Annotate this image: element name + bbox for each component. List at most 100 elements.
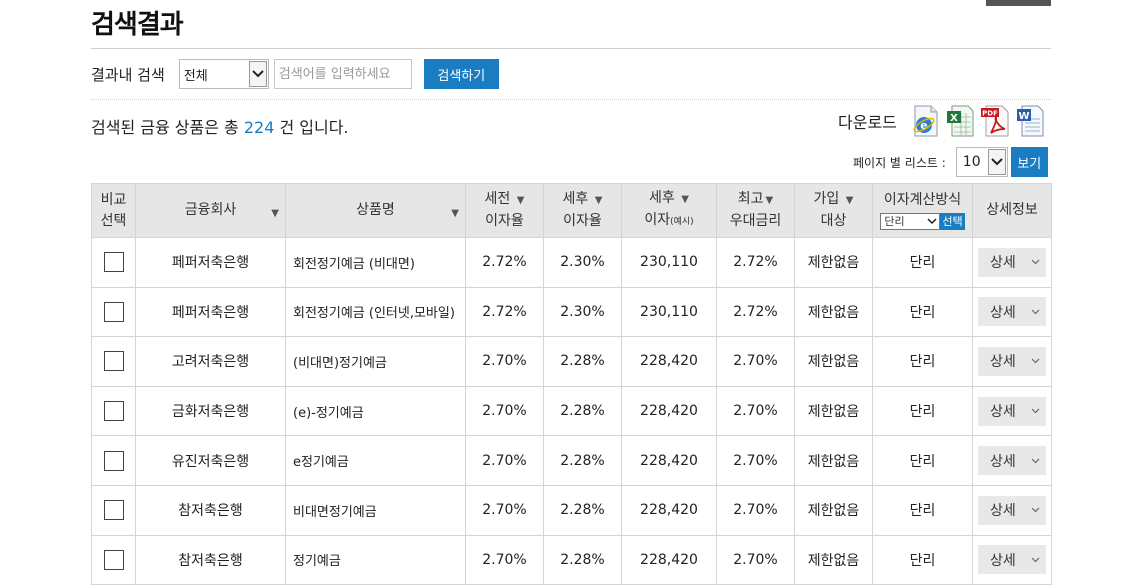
product-table: 비교 선택 금융회사 ▼ 상품명 ▼ 세전 ▼ 이자율 세후 ▼ 이자율 세후 …	[91, 183, 1052, 585]
cell-join-target: 제한없음	[794, 286, 873, 338]
per-page-select[interactable]: 10	[955, 147, 1008, 177]
download-area: 다운로드 e X PDF W	[838, 104, 1051, 138]
cell-max-rate: 2.70%	[716, 435, 795, 486]
search-scope-select[interactable]: 전체	[178, 59, 269, 89]
section-divider	[91, 99, 1051, 100]
cell-calc-method: 단리	[872, 435, 973, 486]
th-product[interactable]: 상품명 ▼	[285, 183, 466, 238]
th-interest-line2: 이자	[644, 212, 671, 228]
cell-max-rate: 2.70%	[716, 534, 795, 585]
chevron-down-icon	[1031, 259, 1040, 265]
table-row: 페퍼저축은행 회전정기예금 (인터넷,모바일) 2.72% 2.30% 230,110 2…	[91, 286, 1052, 338]
compare-checkbox[interactable]	[103, 401, 124, 422]
calc-method-value: 단리	[884, 214, 905, 228]
detail-button-label: 상세	[990, 404, 1016, 421]
search-input[interactable]	[273, 59, 412, 89]
compare-checkbox[interactable]	[103, 252, 124, 273]
cell-calc-method: 단리	[872, 286, 973, 338]
chevron-down-icon	[1031, 359, 1040, 364]
cell-join-target: 제한없음	[794, 534, 873, 585]
cell-product: 회전정기예금 (인터넷,모바일)	[285, 286, 466, 338]
cell-max-rate: 2.70%	[716, 484, 795, 536]
th-max-rate[interactable]: 최고 ▼ 우대금리	[716, 183, 795, 238]
detail-button[interactable]: 상세	[978, 297, 1046, 327]
detail-button[interactable]: 상세	[978, 247, 1046, 277]
pdf-icon[interactable]: PDF	[980, 105, 1009, 137]
cell-aftertax-rate: 2.28%	[543, 336, 622, 387]
cell-detail: 상세	[972, 534, 1052, 585]
th-aftertax-interest[interactable]: 세후 ▼ 이자(예시)	[621, 183, 717, 238]
calc-method-apply-button[interactable]: 선택	[940, 212, 965, 230]
cell-company: 페퍼저축은행	[135, 237, 286, 288]
cell-aftertax-interest: 228,420	[621, 484, 717, 536]
sort-down-icon[interactable]: ▼	[595, 195, 603, 206]
compare-checkbox[interactable]	[103, 351, 124, 372]
ie-icon[interactable]: e	[911, 105, 939, 137]
th-calc-method: 이자계산방식 단리 선택	[872, 183, 973, 238]
detail-button[interactable]: 상세	[978, 495, 1046, 525]
compare-checkbox[interactable]	[103, 301, 124, 322]
cell-company: 고려저축은행	[135, 336, 286, 387]
th-compare-line1: 비교	[100, 191, 127, 208]
excel-icon[interactable]: X	[946, 105, 974, 137]
calc-method-control: 단리 선택	[880, 212, 965, 230]
th-company[interactable]: 금융회사 ▼	[135, 183, 286, 238]
cell-pretax-rate: 2.70%	[465, 534, 544, 585]
in-result-search: 결과내 검색 전체 검색하기	[91, 59, 499, 89]
cell-join-target: 제한없음	[794, 336, 873, 387]
th-company-label: 금융회사	[184, 202, 237, 218]
table-header-row: 비교 선택 금융회사 ▼ 상품명 ▼ 세전 ▼ 이자율 세후 ▼ 이자율 세후 …	[91, 183, 1052, 238]
sort-down-icon[interactable]: ▼	[846, 195, 854, 206]
cell-detail: 상세	[972, 385, 1052, 437]
detail-button[interactable]: 상세	[978, 346, 1046, 376]
detail-button[interactable]: 상세	[978, 545, 1046, 575]
compare-checkbox[interactable]	[103, 500, 124, 521]
per-page-view-button[interactable]: 보기	[1010, 147, 1048, 177]
cell-join-target: 제한없음	[794, 237, 873, 288]
compare-checkbox[interactable]	[103, 450, 124, 471]
title-divider	[91, 48, 1051, 49]
detail-button-label: 상세	[990, 552, 1016, 569]
table-row: 참저축은행 비대면정기예금 2.70% 2.28% 228,420 2.70% 제한없음 단리…	[91, 484, 1052, 536]
search-button[interactable]: 검색하기	[423, 59, 499, 89]
th-max-line2: 우대금리	[729, 213, 782, 229]
cell-compare	[91, 237, 136, 288]
cell-product: (e)-정기예금	[285, 385, 466, 437]
svg-text:X: X	[950, 113, 958, 124]
cell-max-rate: 2.72%	[716, 237, 795, 288]
sort-down-icon[interactable]: ▼	[271, 203, 279, 224]
cell-detail: 상세	[972, 237, 1052, 288]
word-icon[interactable]: W	[1016, 105, 1044, 137]
cell-join-target: 제한없음	[794, 435, 873, 486]
detail-button[interactable]: 상세	[978, 446, 1046, 476]
detail-button[interactable]: 상세	[978, 396, 1046, 426]
top-utility-tab[interactable]	[986, 0, 1051, 6]
cell-aftertax-interest: 228,420	[621, 534, 717, 585]
sort-down-icon[interactable]: ▼	[681, 194, 689, 205]
table-row: 참저축은행 정기예금 2.70% 2.28% 228,420 2.70% 제한없음 단리 상세	[91, 534, 1052, 585]
th-aftertax-line2: 이자율	[563, 213, 602, 229]
th-aftertax-rate[interactable]: 세후 ▼ 이자율	[543, 183, 622, 238]
cell-pretax-rate: 2.70%	[465, 385, 544, 437]
cell-detail: 상세	[972, 435, 1052, 486]
th-pretax-line1: 세전	[484, 191, 511, 207]
sort-down-icon[interactable]: ▼	[766, 195, 774, 206]
compare-checkbox[interactable]	[103, 549, 124, 570]
calc-method-select[interactable]: 단리	[880, 212, 941, 230]
th-max-line1: 최고	[737, 191, 764, 207]
th-aftertax-line1: 세후	[562, 191, 589, 207]
cell-product: 비대면정기예금	[285, 484, 466, 536]
cell-pretax-rate: 2.70%	[465, 336, 544, 387]
detail-button-label: 상세	[990, 255, 1016, 272]
th-join-target[interactable]: 가입 ▼ 대상	[794, 183, 873, 238]
sort-down-icon[interactable]: ▼	[517, 195, 525, 206]
cell-aftertax-rate: 2.28%	[543, 435, 622, 486]
cell-aftertax-interest: 228,420	[621, 435, 717, 486]
search-label: 결과내 검색	[91, 65, 165, 84]
cell-calc-method: 단리	[872, 336, 973, 387]
cell-aftertax-rate: 2.30%	[543, 237, 622, 288]
download-label: 다운로드	[838, 113, 897, 132]
th-pretax-rate[interactable]: 세전 ▼ 이자율	[465, 183, 544, 238]
sort-down-icon[interactable]: ▼	[451, 203, 459, 224]
table-row: 유진저축은행 e정기예금 2.70% 2.28% 228,420 2.70% 제한없음 단리 상…	[91, 435, 1052, 486]
